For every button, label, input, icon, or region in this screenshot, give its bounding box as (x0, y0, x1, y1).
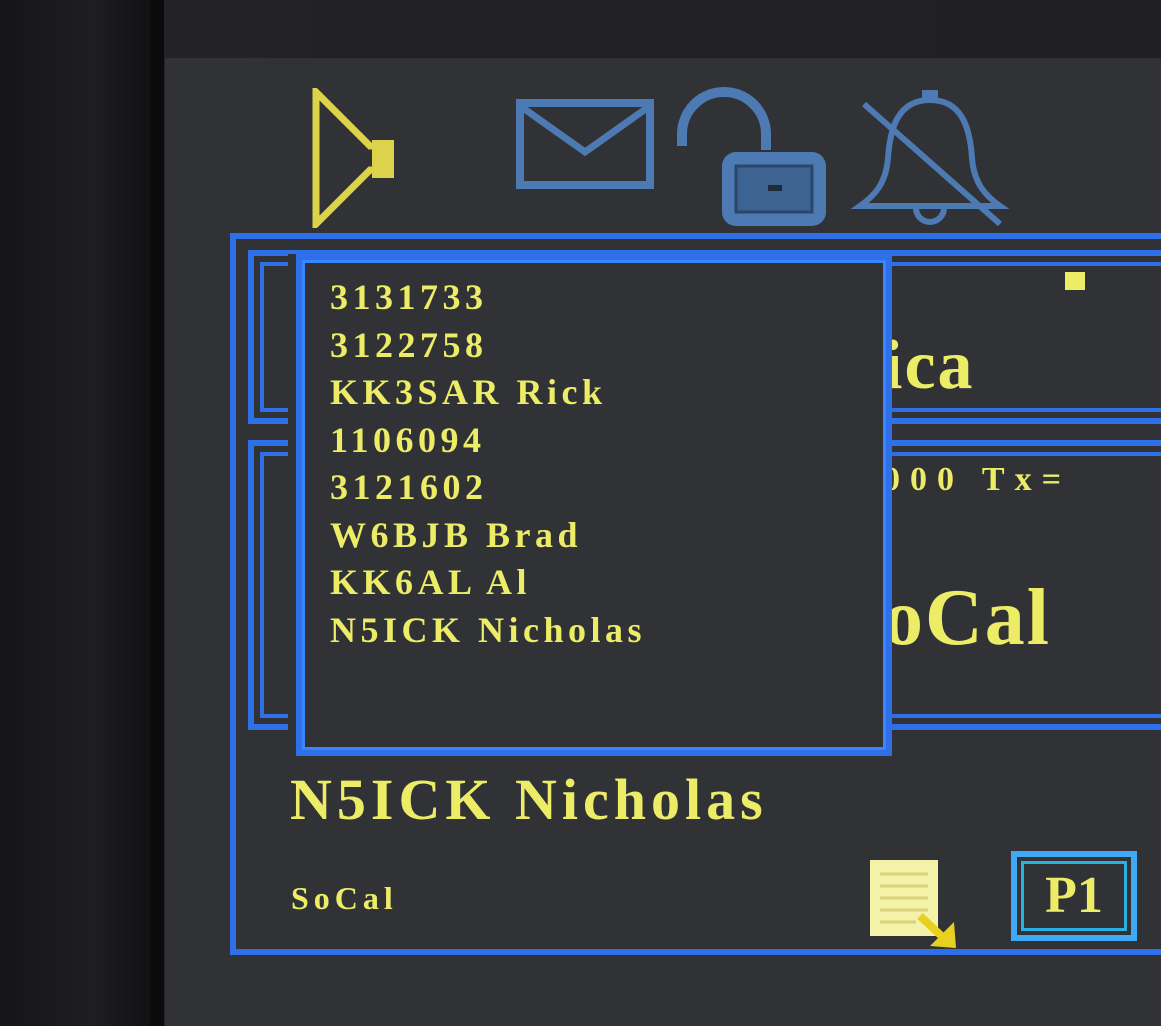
frequency-partial: 000 Tx= (883, 461, 1071, 498)
bezel-edge (150, 0, 164, 1026)
program-p1-button[interactable]: P1 (1011, 851, 1137, 941)
list-item[interactable]: 3122758 (330, 322, 646, 370)
unlocked-icon[interactable] (670, 86, 830, 226)
notes-arrow-icon[interactable] (868, 858, 960, 950)
mail-icon[interactable] (515, 98, 655, 190)
radio-screen: ica 000 Tx= oCal 3131733 3122758 KK3SAR … (165, 58, 1161, 1026)
bell-muted-icon[interactable] (850, 88, 1010, 228)
list-item[interactable]: 1106094 (330, 417, 646, 465)
list-item[interactable]: KK6AL Al (330, 559, 646, 607)
list-item[interactable]: KK3SAR Rick (330, 369, 646, 417)
program-p1-label: P1 (1045, 867, 1103, 924)
contact-list-popup: 3131733 3122758 KK3SAR Rick 1106094 3121… (296, 254, 892, 756)
contact-list: 3131733 3122758 KK3SAR Rick 1106094 3121… (330, 274, 646, 654)
list-item[interactable]: 3131733 (330, 274, 646, 322)
zone-label: SoCal (291, 880, 398, 916)
speaker-icon[interactable] (310, 88, 400, 228)
zone-title-partial: ica (883, 327, 975, 404)
list-item[interactable]: 3121602 (330, 464, 646, 512)
program-p1-button-inner: P1 (1021, 861, 1127, 931)
list-item[interactable]: W6BJB Brad (330, 512, 646, 560)
list-item[interactable]: N5ICK Nicholas (330, 607, 646, 655)
caller-name: N5ICK Nicholas (290, 767, 768, 832)
talkgroup-partial: oCal (883, 574, 1051, 662)
indicator-dot (1065, 272, 1085, 290)
